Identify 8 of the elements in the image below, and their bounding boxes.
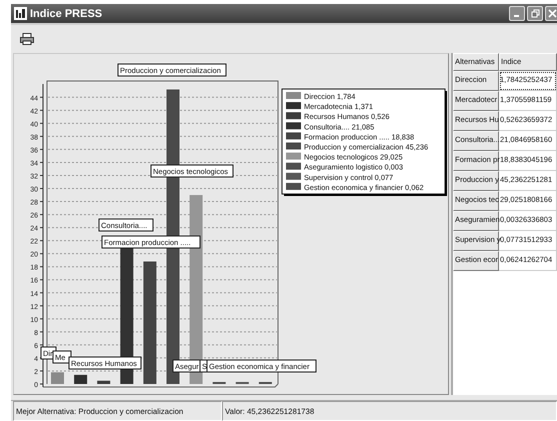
close-button[interactable]: [545, 6, 557, 21]
window-title: Indice PRESS: [30, 8, 104, 20]
close-icon: [548, 9, 557, 18]
minimize-button[interactable]: [509, 6, 525, 21]
printer-icon[interactable]: [20, 33, 34, 45]
bar-chart-icon: [14, 7, 27, 20]
restore-button[interactable]: [527, 6, 543, 21]
restore-icon: [530, 9, 540, 18]
